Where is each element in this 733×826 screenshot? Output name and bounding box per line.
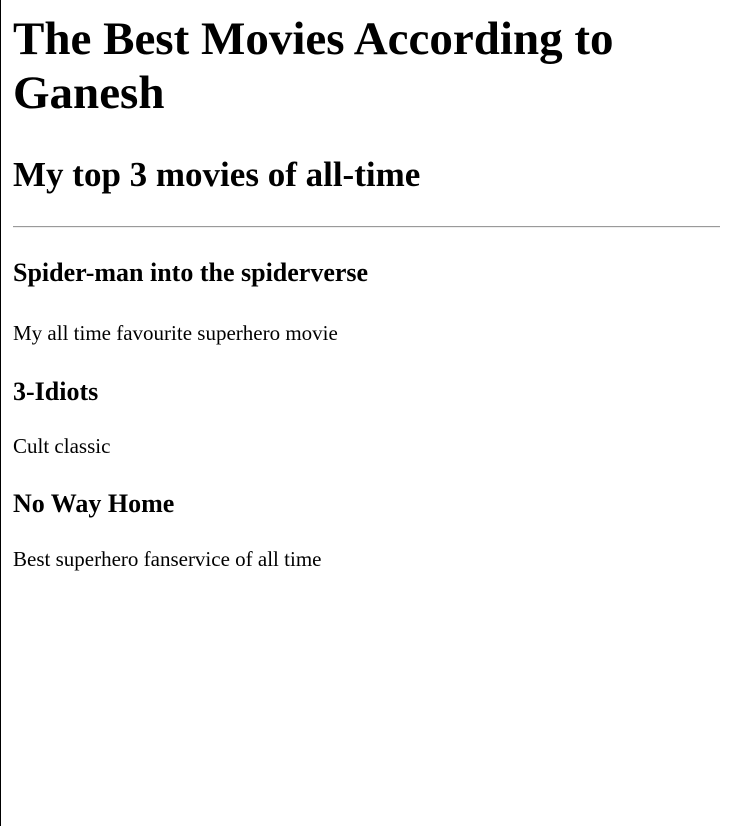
movie-entry: 3-Idiots Cult classic [13,377,720,458]
page-title: The Best Movies According to Ganesh [13,13,614,119]
movie-title: 3-Idiots [13,377,99,406]
window-left-border [0,0,1,826]
movie-description: Best superhero fanservice of all time [13,547,322,571]
movie-title: Spider-man into the spiderverse [13,258,369,287]
movie-entry: No Way Home Best superhero fanservice of… [13,489,720,571]
movie-description: My all time favourite superhero movie [13,321,338,345]
page-content: The Best Movies According to Ganesh My t… [13,0,720,571]
section-divider [13,226,720,228]
movie-description: Cult classic [13,434,111,458]
movie-entry: Spider-man into the spiderverse My all t… [13,258,720,345]
page-subtitle: My top 3 movies of all-time [13,155,421,194]
movie-title: No Way Home [13,489,175,518]
